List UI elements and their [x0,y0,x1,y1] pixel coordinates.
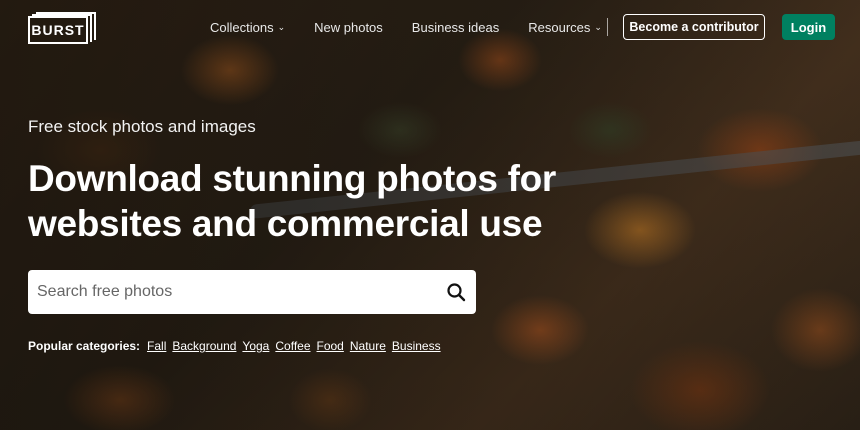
chevron-down-icon: ⌄ [594,21,602,32]
nav-collections[interactable]: Collections ⌄ [210,20,285,35]
search-bar [28,270,476,314]
login-button[interactable]: Login [782,14,835,40]
hero-subtitle: Free stock photos and images [28,117,256,136]
popular-categories: Popular categories: Fall Background Yoga… [28,339,447,353]
category-link-background[interactable]: Background [172,339,236,353]
burst-logo[interactable]: BURST [28,12,96,44]
category-link-fall[interactable]: Fall [147,339,166,353]
nav-new-photos[interactable]: New photos [314,20,383,35]
logo-text: BURST [31,22,85,38]
chevron-down-icon: ⌄ [277,21,286,32]
nav-divider [607,18,608,36]
main-nav: Collections ⌄ New photos Business ideas … [210,0,631,54]
site-header: BURST Collections ⌄ New photos Business … [0,0,860,54]
category-link-food[interactable]: Food [317,339,344,353]
category-link-nature[interactable]: Nature [350,339,386,353]
category-link-yoga[interactable]: Yoga [242,339,269,353]
category-link-coffee[interactable]: Coffee [275,339,310,353]
become-contributor-button[interactable]: Become a contributor [623,14,765,40]
category-link-business[interactable]: Business [392,339,441,353]
popular-categories-label: Popular categories: [28,339,141,353]
nav-business-ideas[interactable]: Business ideas [412,20,499,35]
search-input[interactable] [28,270,428,314]
search-icon[interactable] [446,282,466,302]
nav-resources[interactable]: Resources ⌄ [528,20,602,35]
hero-title: Download stunning photos for websites an… [28,158,557,244]
